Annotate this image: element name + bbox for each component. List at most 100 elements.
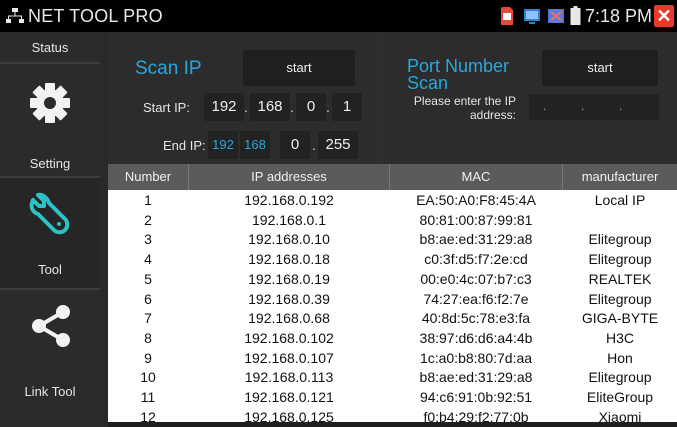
sidebar-item-setting[interactable]: Setting [0,64,100,176]
cell-mac: b8:ae:ed:31:29:a8 [419,369,533,386]
column-header-number: Number [108,164,189,190]
ip-dot: . [326,99,330,115]
cell-ip: 192.168.0.121 [244,389,334,405]
table-row[interactable]: 5 192.168.0.19 00:e0:4c:07:b7:c3 REALTEK [108,271,677,287]
cell-manufacturer: Hon [607,349,633,366]
end-ip-label: End IP: [163,138,206,153]
port-ip-prompt: Please enter the IP address: [413,94,516,122]
wrench-icon [29,192,70,235]
cell-manufacturer: Local IP [594,192,646,208]
cell-mac: 38:97:d6:d6:a4:4b [419,329,533,346]
column-header-manufacturer: manufacturer [581,169,659,184]
cell-ip: 192.168.0.113 [244,369,334,386]
cell-number: 1 [144,192,152,208]
ip-dot: . [312,137,316,153]
battery-icon [570,6,581,25]
ip-dot: . [581,99,585,113]
device-table[interactable]: 1 192.168.0.192 EA:50:A0:F8:45:4A Local IP 2… [108,190,677,427]
port-start-button[interactable]: start [542,50,658,86]
start-ip-label: Start IP: [143,100,190,115]
sidebar-item-label: Setting [29,156,71,171]
ip-dot: . [290,99,294,115]
cell-ip: 192.168.0.39 [248,290,330,307]
cell-number: 7 [144,310,152,327]
cell-number: 5 [144,270,152,287]
table-row[interactable]: 3 192.168.0.10 b8:ae:ed:31:29:a8 Elitegroup [108,231,677,247]
start-ip-octet-3[interactable]: 0 [296,93,326,121]
cell-manufacturer: Elitegroup [588,251,652,268]
sidebar: Status Setting Tool Link Tool [0,32,100,427]
table-row[interactable]: 11 192.168.0.121 94:c6:91:0b:92:51 EliteGro… [108,389,677,405]
bottom-edge [108,422,677,427]
status-bar: NET TOOL PRO 7:18 PM ✕ [0,0,677,32]
cell-number: 9 [144,349,152,366]
cell-number: 6 [144,290,152,307]
display-icon [524,9,540,24]
close-icon[interactable]: ✕ [654,5,674,27]
gear-icon [30,83,70,123]
cell-manufacturer: Elitegroup [588,369,652,386]
cell-mac: 40:8d:5c:78:e3:fa [421,310,531,327]
cell-ip: 192.168.0.10 [248,231,330,248]
cell-mac: 94:c6:91:0b:92:51 [419,389,533,405]
start-ip-octet-1[interactable]: 192 [204,93,244,121]
table-row[interactable]: 10 192.168.0.113 b8:ae:ed:31:29:a8 Elitegro… [108,369,677,385]
cell-ip: 192.168.0.102 [244,329,334,346]
sd-card-icon [501,7,513,25]
app-title: NET TOOL PRO [28,6,163,26]
usb-icon [548,9,564,23]
start-ip-octet-4[interactable]: 1 [332,93,362,121]
sidebar-item-label: Status [31,40,69,55]
main-content: Scan IP start Start IP: 192 . 168 . 0 . … [108,32,677,427]
start-ip-octet-2[interactable]: 168 [250,93,290,121]
sidebar-item-status[interactable]: Status [0,32,100,62]
cell-ip: 192.168.0.68 [248,310,330,327]
cell-ip: 192.168.0.19 [248,270,330,287]
cell-manufacturer: Elitegroup [588,231,652,248]
sidebar-item-label: Tool [38,262,62,277]
ip-dot: . [543,99,547,113]
cell-manufacturer: REALTEK [588,270,652,287]
sidebar-item-tool[interactable]: Tool [0,178,100,288]
cell-number: 8 [144,329,152,346]
end-ip-octet-2: 168 [240,131,270,159]
table-row[interactable]: 8 192.168.0.102 38:97:d6:d6:a4:4b H3C [108,330,677,346]
network-icon [6,8,24,23]
sidebar-item-link-tool[interactable]: Link Tool [0,290,100,402]
net-tool-app: NET TOOL PRO 7:18 PM ✕ Status Setting To… [0,0,677,427]
cell-manufacturer: H3C [605,329,634,346]
table-row[interactable]: 9 192.168.0.107 1c:a0:b8:80:7d:aa Hon [108,350,677,366]
cell-number: 10 [140,369,156,386]
column-header-mac: MAC [390,164,563,190]
clock: 7:18 PM [585,6,653,26]
cell-mac: 1c:a0:b8:80:7d:aa [419,349,533,366]
cell-manufacturer: EliteGroup [586,389,654,405]
cell-mac: 74:27:ea:f6:f2:7e [423,290,529,307]
cell-mac: b8:ae:ed:31:29:a8 [419,231,533,248]
cell-ip: 192.168.0.1 [252,211,326,228]
end-ip-octet-4[interactable]: 255 [318,131,358,159]
table-header: Number IP addresses MAC manufacturer [108,164,677,190]
cell-number: 11 [140,389,156,405]
cell-manufacturer: Elitegroup [588,290,652,307]
cell-ip: 192.168.0.192 [244,192,334,208]
cell-number: 4 [144,251,152,268]
scan-start-button[interactable]: start [243,50,355,86]
port-ip-input[interactable]: . . . [529,94,659,120]
end-ip-octet-1: 192 [208,131,238,159]
cell-ip: 192.168.0.107 [244,349,334,366]
cell-number: 2 [144,211,152,228]
cell-mac: EA:50:A0:F8:45:4A [416,192,536,208]
table-row[interactable]: 1 192.168.0.192 EA:50:A0:F8:45:4A Local IP [108,192,677,208]
ip-dot: . [244,99,248,115]
table-row[interactable]: 6 192.168.0.39 74:27:ea:f6:f2:7e Elitegroup [108,291,677,307]
cell-mac: c0:3f:d5:f7:2e:cd [424,251,528,268]
sidebar-item-label: Link Tool [24,384,76,399]
cell-mac: 00:e0:4c:07:b7:c3 [420,270,532,287]
cell-number: 3 [144,231,152,248]
table-row[interactable]: 2 192.168.0.1 80:81:00:87:99:81 [108,212,677,228]
table-row[interactable]: 7 192.168.0.68 40:8d:5c:78:e3:fa GIGA-BYTE [108,310,677,326]
port-scan-panel: Port Number Scan start Please enter the … [384,32,677,164]
end-ip-octet-3[interactable]: 0 [280,131,310,159]
table-row[interactable]: 4 192.168.0.18 c0:3f:d5:f7:2e:cd Elitegroup [108,251,677,267]
